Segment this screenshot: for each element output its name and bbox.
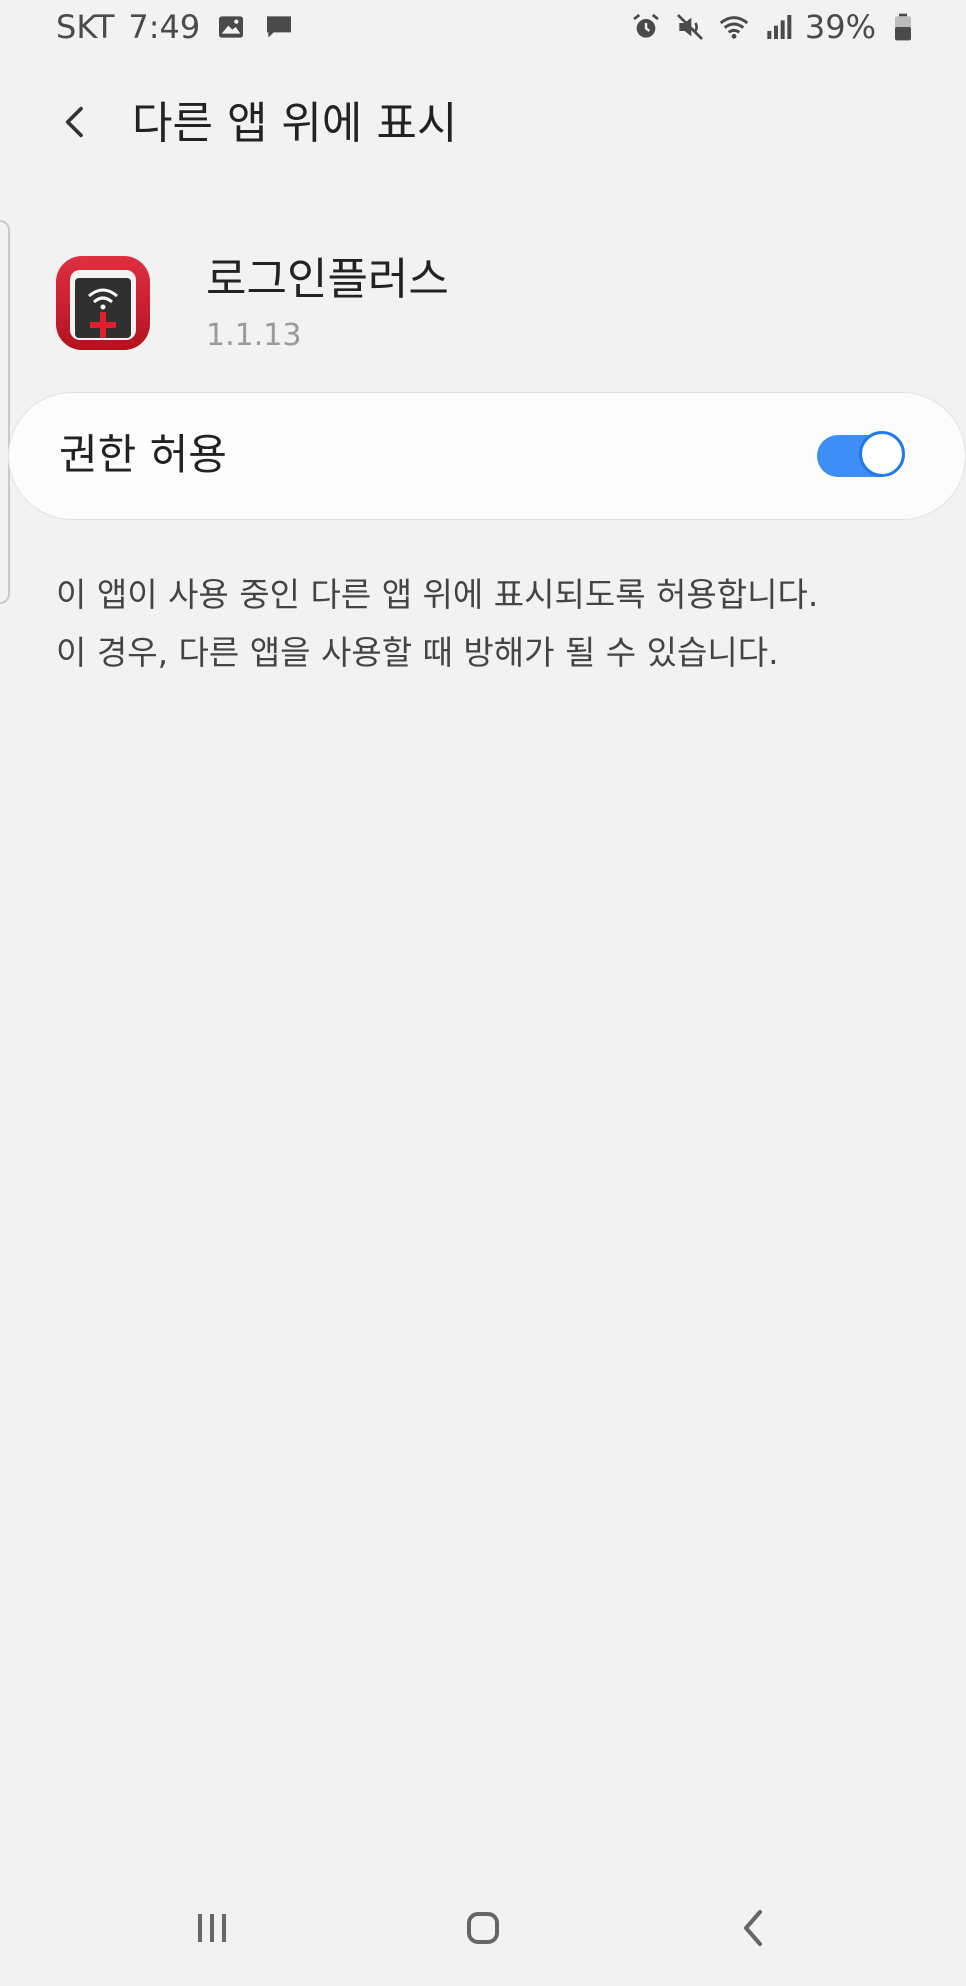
- app-info: 로그인플러스 1.1.13: [0, 250, 966, 370]
- home-icon: [467, 1912, 499, 1944]
- description-line-2: 이 경우, 다른 앱을 사용할 때 방해가 될 수 있습니다.: [56, 633, 779, 672]
- carrier-label: SKT: [56, 8, 115, 46]
- toggle-thumb: [859, 431, 905, 477]
- status-bar: SKT 7:49 39%: [0, 0, 966, 56]
- alarm-icon: [629, 10, 663, 44]
- wifi-icon: [717, 10, 751, 44]
- permission-description: 이 앱이 사용 중인 다른 앱 위에 표시되도록 허용합니다. 이 경우, 다른…: [56, 566, 926, 682]
- app-logo-icon: [56, 256, 150, 350]
- chevron-left-icon: [65, 106, 83, 138]
- status-left: SKT 7:49: [56, 8, 296, 46]
- app-version: 1.1.13: [206, 318, 302, 353]
- permission-label: 권한 허용: [59, 430, 227, 479]
- image-icon: [214, 10, 248, 44]
- back-button[interactable]: [724, 1898, 784, 1958]
- home-button[interactable]: [453, 1898, 513, 1958]
- description-line-1: 이 앱이 사용 중인 다른 앱 위에 표시되도록 허용합니다.: [56, 575, 819, 614]
- mute-icon: [673, 10, 707, 44]
- recents-icon: [198, 1914, 226, 1942]
- app-name: 로그인플러스: [206, 254, 449, 305]
- settings-screen: SKT 7:49 39% 다른 앱 위에 표시 로그인플러스 1.1.13 권한…: [0, 0, 966, 1986]
- clock: 7:49: [128, 8, 201, 46]
- app-logo-glyph: [88, 288, 118, 338]
- back-icon: [744, 1910, 762, 1946]
- navigate-up-button[interactable]: [48, 94, 104, 150]
- app-bar: 다른 앱 위에 표시: [0, 84, 966, 164]
- permission-row[interactable]: 권한 허용: [8, 392, 966, 520]
- page-title: 다른 앱 위에 표시: [132, 98, 458, 149]
- recents-button[interactable]: [182, 1898, 242, 1958]
- signal-icon: [761, 10, 795, 44]
- status-right: 39%: [629, 8, 920, 46]
- battery-percent: 39%: [804, 8, 876, 46]
- system-nav-bar: [0, 1880, 966, 1976]
- permission-toggle[interactable]: [817, 431, 905, 481]
- message-icon: [262, 10, 296, 44]
- battery-icon: [886, 10, 920, 44]
